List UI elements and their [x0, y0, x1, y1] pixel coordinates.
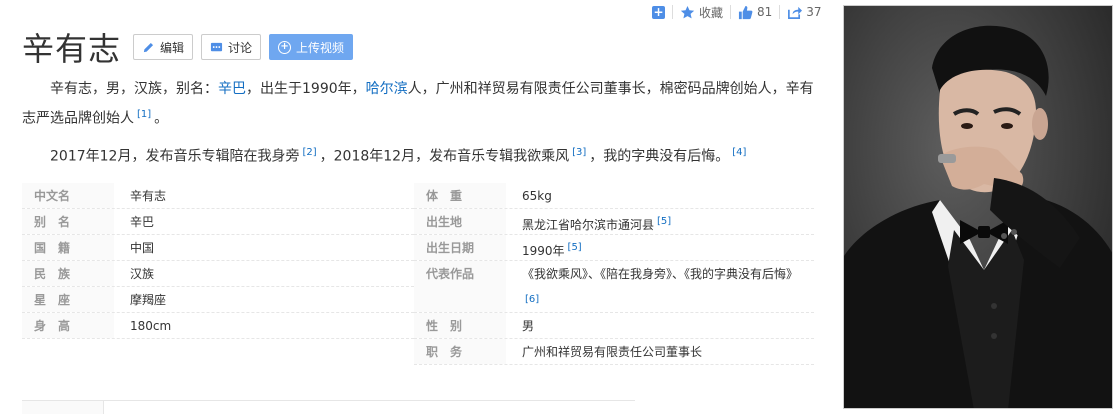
share-icon — [788, 6, 803, 19]
reference-link[interactable]: [2] — [302, 147, 316, 158]
info-value: 广州和祥贸易有限责任公司董事长 — [506, 339, 814, 364]
info-key: 民 族 — [22, 261, 114, 286]
info-value-text: 65kg — [522, 189, 552, 203]
add-button[interactable]: + — [652, 4, 665, 19]
info-value: 摩羯座 — [130, 293, 167, 307]
city-link[interactable]: 哈尔滨 — [366, 81, 408, 97]
upload-video-button[interactable]: + 上传视频 — [269, 34, 354, 60]
top-action-bar: + 收藏 81 37 — [652, 3, 822, 21]
favorite-button[interactable]: 收藏 — [680, 4, 723, 21]
info-value: 男 — [506, 313, 814, 338]
info-key: 体 重 — [414, 183, 506, 208]
info-value: 中国 — [130, 241, 155, 255]
summary-paragraph-2: 2017年12月，发布音乐专辑陪在我身旁 [2] ，2018年12月，发布音乐专辑我… — [22, 140, 817, 170]
info-row: 出生日期 1990年 [5] — [414, 235, 814, 261]
info-row: 别 名 辛巴 — [22, 209, 414, 235]
star-icon — [680, 5, 695, 18]
info-column-left: 中文名 辛有志 别 名 辛巴 国 籍 中国 民 族 汉族 星 座 摩羯座 身 高 180cm — [22, 183, 414, 339]
catalog-header-cell — [22, 401, 104, 414]
info-value-text: 黑龙江省哈尔滨市通河县 — [522, 218, 655, 232]
info-value: 65kg — [506, 183, 814, 208]
profile-photo[interactable] — [843, 5, 1113, 409]
summary-text: 2017年12月，发布音乐专辑陪在我身旁 — [50, 148, 300, 165]
info-key: 性 别 — [414, 313, 506, 338]
info-row: 国 籍 中国 — [22, 235, 414, 261]
summary-text: 。 — [154, 110, 169, 127]
info-row: 职 务 广州和祥贸易有限责任公司董事长 — [414, 339, 814, 365]
like-button[interactable]: 81 — [738, 5, 772, 20]
summary-text: ，我的字典没有后悔。 — [589, 148, 730, 165]
info-row: 中文名 辛有志 — [22, 183, 414, 209]
reference-link[interactable]: [1] — [137, 109, 151, 120]
info-value: 180cm — [130, 319, 172, 333]
plus-circle-icon: + — [278, 40, 292, 54]
info-key: 出生日期 — [414, 235, 506, 260]
info-value-text: 广州和祥贸易有限责任公司董事长 — [522, 345, 703, 359]
info-key: 别 名 — [22, 209, 114, 234]
info-row: 体 重 65kg — [414, 183, 814, 209]
alias-link[interactable]: 辛巴 — [218, 81, 246, 97]
divider — [672, 5, 673, 19]
info-key: 国 籍 — [22, 235, 114, 260]
info-key: 星 座 — [22, 287, 114, 312]
reference-link[interactable]: [3] — [572, 147, 586, 158]
summary-text: ，2018年12月，发布音乐专辑我欲乘风 — [319, 148, 570, 165]
plus-icon: + — [652, 4, 665, 19]
share-count: 37 — [806, 5, 822, 19]
pencil-icon — [143, 42, 154, 52]
like-count: 81 — [757, 5, 773, 19]
share-button[interactable]: 37 — [787, 5, 822, 20]
info-row: 星 座 摩羯座 — [22, 287, 414, 313]
summary-text: 辛有志，男，汉族，别名： — [50, 81, 218, 97]
info-row: 代表作品 《我欲乘风》、《陪在我身旁》、《我的字典没有后悔》 [6] — [414, 261, 814, 313]
portrait-image — [844, 6, 1112, 408]
title-row: 辛有志 编辑 讨论 + 上传视频 — [22, 24, 361, 70]
thumbs-up-icon — [738, 5, 753, 19]
info-key: 身 高 — [22, 313, 114, 338]
divider — [779, 5, 781, 19]
info-value-text: 1990年 — [522, 244, 565, 258]
info-value: 《我欲乘风》、《陪在我身旁》、《我的字典没有后悔》 [6] — [506, 261, 814, 312]
summary-paragraph-1: 辛有志，男，汉族，别名：辛巴，出生于1990年，哈尔滨人，广州和祥贸易有限责任公… — [22, 76, 817, 132]
reference-link[interactable]: [6] — [525, 294, 539, 305]
info-value-text: 男 — [522, 319, 535, 333]
summary-text: ，出生于1990年， — [246, 81, 366, 97]
info-row: 身 高 180cm — [22, 313, 414, 339]
info-row: 民 族 汉族 — [22, 261, 414, 287]
info-value: 1990年 [5] — [506, 235, 814, 260]
favorite-label: 收藏 — [699, 5, 724, 20]
discuss-button[interactable]: 讨论 — [201, 34, 262, 60]
reference-link[interactable]: [4] — [732, 147, 746, 158]
info-value: 黑龙江省哈尔滨市通河县 [5] — [506, 209, 814, 234]
catalog-box — [22, 400, 635, 414]
info-value: 辛有志 — [130, 189, 167, 203]
edit-label: 编辑 — [160, 40, 185, 55]
divider — [730, 5, 732, 19]
info-row: 性 别男 — [414, 313, 814, 339]
info-value: 辛巴 — [130, 215, 155, 229]
edit-button[interactable]: 编辑 — [133, 34, 194, 60]
reference-link[interactable]: [5] — [657, 216, 671, 227]
basic-info-table: 中文名 辛有志 别 名 辛巴 国 籍 中国 民 族 汉族 星 座 摩羯座 身 高 180cm… — [22, 183, 814, 367]
info-key: 代表作品 — [414, 261, 506, 312]
discuss-label: 讨论 — [228, 40, 253, 55]
info-key: 出生地 — [414, 209, 506, 234]
info-column-right: 体 重 65kg 出生地 黑龙江省哈尔滨市通河县 [5] 出生日期 1990年 [5] 代… — [414, 183, 814, 365]
chat-icon — [210, 42, 223, 51]
info-value-text: 《我欲乘风》、《陪在我身旁》、《我的字典没有后悔》 — [522, 267, 799, 281]
page-title: 辛有志 — [22, 30, 122, 68]
info-row: 出生地 黑龙江省哈尔滨市通河县 [5] — [414, 209, 814, 235]
info-key: 职 务 — [414, 339, 506, 364]
info-value: 汉族 — [130, 267, 155, 281]
reference-link[interactable]: [5] — [568, 242, 582, 253]
upload-label: 上传视频 — [296, 40, 345, 55]
info-key: 中文名 — [22, 183, 114, 208]
